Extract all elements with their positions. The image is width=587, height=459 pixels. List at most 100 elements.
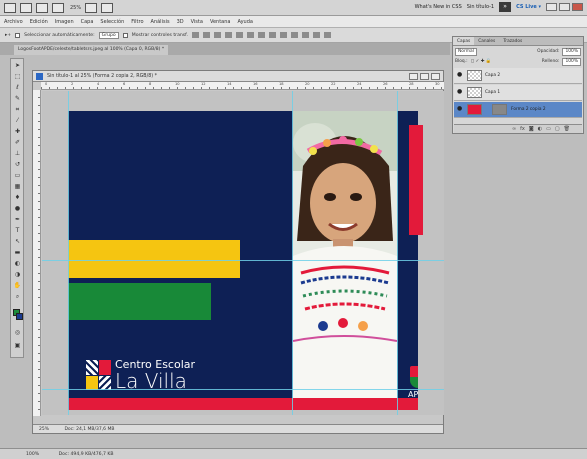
- path-select-tool-icon[interactable]: ↖: [13, 238, 22, 246]
- screen-mode-tool-icon[interactable]: ▣: [13, 342, 22, 350]
- girl-photo[interactable]: [293, 111, 397, 398]
- tab-capas[interactable]: Capas: [453, 37, 475, 45]
- menu-edicion[interactable]: Edición: [30, 19, 48, 25]
- horizontal-ruler[interactable]: 0 2 4 6 8 10 12 14 16 18 20 22 24 26 28 …: [41, 82, 444, 90]
- document-zoom[interactable]: 25%: [39, 427, 49, 432]
- layer-row[interactable]: ● Capa 1: [454, 85, 582, 101]
- lasso-tool-icon[interactable]: ℓ: [13, 84, 22, 92]
- menu-filtro[interactable]: Filtro: [131, 19, 143, 25]
- quick-select-tool-icon[interactable]: ✎: [13, 95, 22, 103]
- menu-ventana[interactable]: Ventana: [210, 19, 231, 25]
- guide-horizontal[interactable]: [42, 260, 444, 261]
- menu-capa[interactable]: Capa: [81, 19, 94, 25]
- yellow-bar[interactable]: [68, 240, 240, 278]
- distribute-center-icon[interactable]: [301, 32, 309, 38]
- marquee-tool-icon[interactable]: ⬚: [13, 73, 22, 81]
- new-group-icon[interactable]: ▭: [546, 126, 551, 132]
- link-layers-icon[interactable]: ∞: [512, 126, 516, 132]
- status-zoom[interactable]: 100%: [26, 452, 39, 457]
- layer-row[interactable]: ● Capa 2: [454, 68, 582, 84]
- distribute-left-icon[interactable]: [290, 32, 298, 38]
- red-side-bar[interactable]: [409, 125, 423, 235]
- align-bottom-icon[interactable]: [213, 32, 221, 38]
- brush-tool-icon[interactable]: ✐: [13, 139, 22, 147]
- background-color-swatch[interactable]: [16, 313, 23, 320]
- distribute-top-icon[interactable]: [257, 32, 265, 38]
- auto-select-checkbox[interactable]: [15, 32, 21, 38]
- eye-icon[interactable]: ●: [457, 106, 463, 112]
- doc-minimize-button[interactable]: [409, 73, 418, 80]
- lock-icon[interactable]: ◻ ✓ ✚ 🔒: [471, 59, 492, 64]
- mini-bridge-icon[interactable]: [36, 2, 48, 13]
- minimize-button[interactable]: [546, 3, 557, 11]
- distribute-right-icon[interactable]: [312, 32, 320, 38]
- menu-imagen[interactable]: Imagen: [55, 19, 74, 25]
- green-bar[interactable]: [68, 283, 211, 320]
- adjustment-layer-icon[interactable]: ◐: [538, 126, 542, 132]
- red-bottom-bar[interactable]: [68, 398, 418, 410]
- type-tool-icon[interactable]: T: [13, 227, 22, 235]
- gradient-tool-icon[interactable]: ▦: [13, 183, 22, 191]
- layer-style-icon[interactable]: fx: [520, 126, 525, 132]
- align-top-icon[interactable]: [191, 32, 199, 38]
- menu-3d[interactable]: 3D: [177, 19, 184, 25]
- healing-brush-tool-icon[interactable]: ✚: [13, 128, 22, 136]
- distribute-middle-icon[interactable]: [268, 32, 276, 38]
- eye-icon[interactable]: ●: [457, 72, 463, 78]
- document-tab[interactable]: LogosFootAPDE/celeste/tabletsrs.jpeg al …: [14, 45, 169, 55]
- workspace-name[interactable]: Sin título-1: [467, 4, 494, 10]
- screen-mode-icon[interactable]: [101, 2, 114, 13]
- align-left-icon[interactable]: [224, 32, 232, 38]
- canvas-area[interactable]: Centro Escolar La Villa APDE: [42, 91, 444, 415]
- whats-new-link[interactable]: What's New in CSS: [415, 4, 462, 10]
- menu-analisis[interactable]: Análisis: [151, 19, 170, 25]
- pen-tool-icon[interactable]: ✒: [13, 216, 22, 224]
- hand-tool-icon[interactable]: ✋: [13, 282, 22, 290]
- blur-tool-icon[interactable]: ♦: [13, 194, 22, 202]
- view-extras-icon[interactable]: [52, 2, 64, 13]
- tab-canales[interactable]: Canales: [474, 37, 499, 45]
- delete-layer-icon[interactable]: 🗑: [564, 126, 570, 132]
- distribute-bottom-icon[interactable]: [279, 32, 287, 38]
- menu-ayuda[interactable]: Ayuda: [237, 19, 252, 25]
- zoom-tool-icon[interactable]: ⌕: [13, 293, 22, 301]
- new-layer-icon[interactable]: ▢: [555, 126, 560, 132]
- doc-close-button[interactable]: [431, 73, 440, 80]
- auto-select-dropdown[interactable]: Grupo: [98, 31, 119, 39]
- eraser-tool-icon[interactable]: ▭: [13, 172, 22, 180]
- fill-input[interactable]: 100%: [562, 57, 581, 66]
- menu-archivo[interactable]: Archivo: [4, 19, 23, 25]
- quick-mask-icon[interactable]: ◎: [13, 329, 22, 337]
- vertical-ruler[interactable]: [33, 90, 41, 416]
- eyedropper-tool-icon[interactable]: ⁄: [13, 117, 22, 125]
- dodge-tool-icon[interactable]: ●: [13, 205, 22, 213]
- document-size[interactable]: Doc: 24,1 MB/37,6 MB: [64, 427, 114, 432]
- guide-vertical[interactable]: [397, 91, 398, 415]
- opacity-input[interactable]: 100%: [562, 47, 581, 56]
- align-center-icon[interactable]: [235, 32, 243, 38]
- auto-align-layers-icon[interactable]: [323, 32, 331, 38]
- 3d-rotate-tool-icon[interactable]: ◐: [13, 260, 22, 268]
- layer-row[interactable]: ● Forma 2 copia 2: [454, 102, 582, 118]
- guide-vertical[interactable]: [292, 91, 293, 415]
- add-mask-icon[interactable]: ◙: [529, 126, 534, 132]
- history-brush-tool-icon[interactable]: ↺: [13, 161, 22, 169]
- guide-horizontal[interactable]: [42, 389, 444, 390]
- close-button[interactable]: [572, 3, 583, 11]
- doc-maximize-button[interactable]: [420, 73, 429, 80]
- status-doc-size[interactable]: Doc: 494,9 KB/476,7 KB: [59, 452, 114, 457]
- guide-vertical[interactable]: [68, 91, 69, 415]
- document-title-bar[interactable]: Sin título-1 al 25% (Forma 2 copia 2, RG…: [33, 71, 443, 82]
- cs-live-button[interactable]: CS Live ▾: [516, 4, 541, 10]
- eye-icon[interactable]: ●: [457, 89, 463, 95]
- menu-vista[interactable]: Vista: [191, 19, 203, 25]
- arrange-documents-icon[interactable]: [85, 2, 98, 13]
- align-middle-icon[interactable]: [202, 32, 210, 38]
- clone-stamp-tool-icon[interactable]: ⊥: [13, 150, 22, 158]
- maximize-button[interactable]: [559, 3, 570, 11]
- menu-seleccion[interactable]: Selección: [100, 19, 124, 25]
- 3d-camera-tool-icon[interactable]: ◑: [13, 271, 22, 279]
- align-right-icon[interactable]: [246, 32, 254, 38]
- workspace-switcher-button[interactable]: »: [499, 2, 512, 12]
- transform-controls-checkbox[interactable]: [122, 32, 128, 38]
